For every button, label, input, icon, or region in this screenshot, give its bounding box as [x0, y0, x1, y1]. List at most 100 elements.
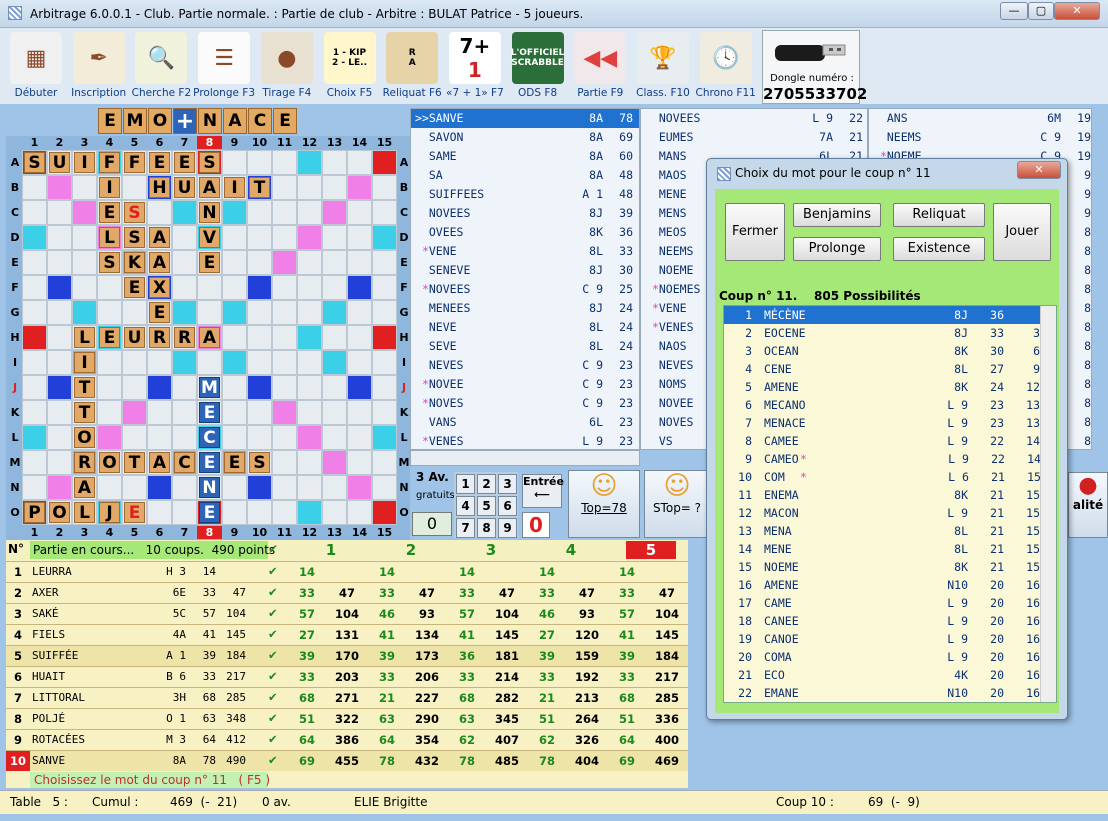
board-cell[interactable] [372, 350, 397, 375]
board-cell[interactable] [22, 400, 47, 425]
board-cell[interactable] [272, 175, 297, 200]
board-cell[interactable] [347, 200, 372, 225]
board-cell[interactable] [372, 500, 397, 525]
word-row[interactable]: SUIFFEES A 1 48 [411, 185, 639, 204]
rack-tile[interactable]: A [223, 108, 247, 134]
word-row[interactable]: VANS 6L 23 [411, 413, 639, 432]
board-cell[interactable] [222, 350, 247, 375]
board-cell[interactable] [272, 450, 297, 475]
rack-tile[interactable]: E [273, 108, 297, 134]
board-cell[interactable] [47, 475, 72, 500]
board-cell[interactable]: O [97, 450, 122, 475]
possibility-row[interactable]: 11 ENEMA 8K 21 15 [724, 486, 1056, 504]
board-cell[interactable] [222, 150, 247, 175]
board-cell[interactable] [272, 500, 297, 525]
board-cell[interactable] [372, 300, 397, 325]
board-cell[interactable] [172, 275, 197, 300]
board-cell[interactable] [147, 500, 172, 525]
keypad-key[interactable]: 8 [477, 518, 496, 538]
board-cell[interactable] [122, 425, 147, 450]
board-cell[interactable] [247, 475, 272, 500]
board-cell[interactable] [322, 225, 347, 250]
board-cell[interactable] [322, 475, 347, 500]
board-cell[interactable]: S [97, 250, 122, 275]
board-cell[interactable] [172, 225, 197, 250]
table-row[interactable]: 10 SANVE 8A 78 490 ✔ 69 455 78 432 78 485 78 404 69 469 [6, 750, 688, 771]
possibility-row[interactable]: 6 MECANO L 9 23 13 [724, 396, 1056, 414]
board-cell[interactable] [147, 475, 172, 500]
keypad-key[interactable]: 9 [498, 518, 517, 538]
board-cell[interactable] [247, 275, 272, 300]
board-cell[interactable] [72, 250, 97, 275]
board-cell[interactable]: S [197, 150, 222, 175]
board-cell[interactable] [347, 375, 372, 400]
board-cell[interactable]: U [122, 325, 147, 350]
board-cell[interactable] [372, 400, 397, 425]
possibility-row[interactable]: 7 MENACE L 9 23 13 [724, 414, 1056, 432]
board-cell[interactable] [347, 450, 372, 475]
minimize-button[interactable]: — [1000, 2, 1028, 20]
board-cell[interactable] [172, 425, 197, 450]
toolbar-button-6[interactable]: R A Reliquat F6 [380, 32, 444, 102]
rack-tile[interactable]: N [198, 108, 222, 134]
board-cell[interactable] [297, 275, 322, 300]
board-cell[interactable] [222, 500, 247, 525]
possibility-row[interactable]: 14 MENE 8L 21 15 [724, 540, 1056, 558]
word-row[interactable]: *VENE 8L 33 [411, 242, 639, 261]
word-row[interactable]: NEVE 8L 24 [411, 318, 639, 337]
board-cell[interactable]: I [97, 175, 122, 200]
board-cell[interactable]: S [122, 200, 147, 225]
board-cell[interactable] [197, 350, 222, 375]
board-cell[interactable] [47, 300, 72, 325]
board-cell[interactable]: E [197, 450, 222, 475]
toolbar-button-11[interactable]: 🕓 Chrono F11 [694, 32, 758, 102]
board-cell[interactable] [272, 250, 297, 275]
board-cell[interactable] [247, 250, 272, 275]
board-cell[interactable]: R [72, 450, 97, 475]
board-cell[interactable] [297, 175, 322, 200]
board-cell[interactable] [47, 350, 72, 375]
board-cell[interactable] [222, 275, 247, 300]
board-cell[interactable] [372, 250, 397, 275]
board-cell[interactable] [122, 350, 147, 375]
board-cell[interactable] [247, 325, 272, 350]
board-cell[interactable] [22, 425, 47, 450]
board-cell[interactable] [172, 400, 197, 425]
board-cell[interactable] [247, 400, 272, 425]
board-cell[interactable]: E [97, 200, 122, 225]
table-row[interactable]: 2 AXER 6E 33 47 ✔ 33 47 33 47 33 47 33 47 33 47 [6, 582, 688, 603]
toolbar-button-3[interactable]: ☰ Prolonge F3 [192, 32, 256, 102]
board-cell[interactable] [22, 325, 47, 350]
board-cell[interactable] [172, 350, 197, 375]
board-cell[interactable] [272, 300, 297, 325]
word-row[interactable]: *NOVEE C 9 23 [411, 375, 639, 394]
board-cell[interactable] [322, 250, 347, 275]
board-cell[interactable] [322, 300, 347, 325]
board-cell[interactable]: F [122, 150, 147, 175]
board-cell[interactable] [222, 300, 247, 325]
board-cell[interactable] [322, 350, 347, 375]
board-cell[interactable] [347, 425, 372, 450]
word-row[interactable]: *VENES L 9 23 [411, 432, 639, 449]
board-cell[interactable] [247, 375, 272, 400]
board-cell[interactable] [322, 150, 347, 175]
board-cell[interactable] [297, 300, 322, 325]
board-cell[interactable]: E [172, 150, 197, 175]
board-cell[interactable]: I [72, 350, 97, 375]
board-cell[interactable]: C [197, 425, 222, 450]
board-cell[interactable] [297, 350, 322, 375]
board-cell[interactable] [222, 475, 247, 500]
board-cell[interactable] [297, 375, 322, 400]
word-row[interactable]: SEVE 8L 24 [411, 337, 639, 356]
board-cell[interactable] [322, 425, 347, 450]
board-cell[interactable] [372, 200, 397, 225]
word-row[interactable]: NOVEES 8J 39 [411, 204, 639, 223]
board-cell[interactable] [222, 375, 247, 400]
board-cell[interactable] [172, 250, 197, 275]
board-cell[interactable]: O [47, 500, 72, 525]
board-cell[interactable] [247, 500, 272, 525]
board-cell[interactable] [247, 350, 272, 375]
word-row[interactable]: SAME 8A 60 [411, 147, 639, 166]
board-cell[interactable] [247, 150, 272, 175]
fermer-button[interactable]: Fermer [725, 203, 785, 261]
